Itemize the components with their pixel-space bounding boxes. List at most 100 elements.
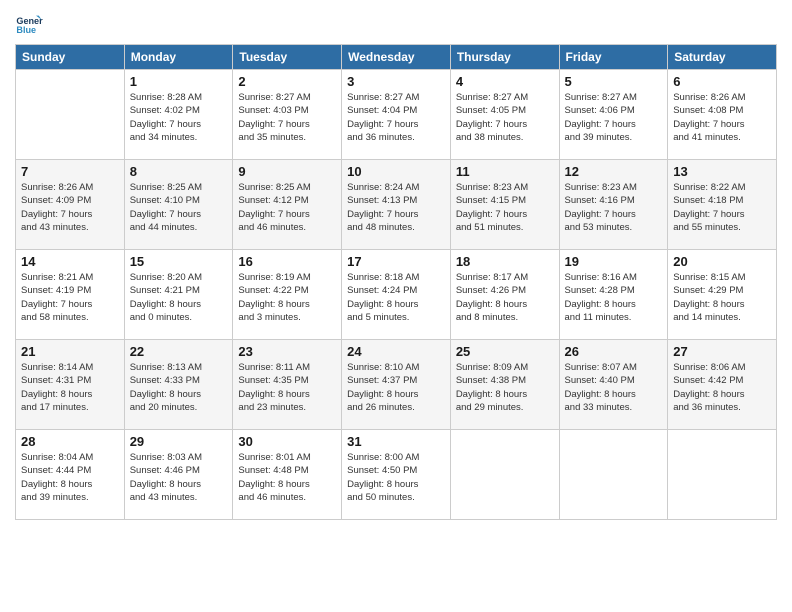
cell-day-number: 3 — [347, 74, 445, 89]
calendar-cell — [450, 430, 559, 520]
calendar-cell: 25 Sunrise: 8:09 AM Sunset: 4:38 PM Dayli… — [450, 340, 559, 430]
cell-day-number: 22 — [130, 344, 228, 359]
logo: General Blue — [15, 10, 47, 38]
cell-info: Sunrise: 8:09 AM Sunset: 4:38 PM Dayligh… — [456, 361, 554, 414]
cell-info: Sunrise: 8:19 AM Sunset: 4:22 PM Dayligh… — [238, 271, 336, 324]
week-row-2: 7 Sunrise: 8:26 AM Sunset: 4:09 PM Daylig… — [16, 160, 777, 250]
cell-day-number: 31 — [347, 434, 445, 449]
cell-day-number: 23 — [238, 344, 336, 359]
cell-day-number: 5 — [565, 74, 663, 89]
cell-info: Sunrise: 8:13 AM Sunset: 4:33 PM Dayligh… — [130, 361, 228, 414]
week-row-5: 28Sunrise: 8:04 AM Sunset: 4:44 PM Dayli… — [16, 430, 777, 520]
calendar-cell: 28Sunrise: 8:04 AM Sunset: 4:44 PM Dayli… — [16, 430, 125, 520]
calendar-cell: 5 Sunrise: 8:27 AM Sunset: 4:06 PM Daylig… — [559, 70, 668, 160]
calendar-cell: 22 Sunrise: 8:13 AM Sunset: 4:33 PM Dayli… — [124, 340, 233, 430]
cell-info: Sunrise: 8:24 AM Sunset: 4:13 PM Dayligh… — [347, 181, 445, 234]
cell-info: Sunrise: 8:20 AM Sunset: 4:21 PM Dayligh… — [130, 271, 228, 324]
cell-day-number: 11 — [456, 164, 554, 179]
calendar-cell: 13 Sunrise: 8:22 AM Sunset: 4:18 PM Dayli… — [668, 160, 777, 250]
cell-day-number: 13 — [673, 164, 771, 179]
calendar-cell: 21 Sunrise: 8:14 AM Sunset: 4:31 PM Dayli… — [16, 340, 125, 430]
cell-day-number: 17 — [347, 254, 445, 269]
cell-day-number: 7 — [21, 164, 119, 179]
cell-info: Sunrise: 8:22 AM Sunset: 4:18 PM Dayligh… — [673, 181, 771, 234]
cell-day-number: 19 — [565, 254, 663, 269]
calendar-cell: 17 Sunrise: 8:18 AM Sunset: 4:24 PM Dayli… — [342, 250, 451, 340]
cell-day-number: 14 — [21, 254, 119, 269]
cell-info: Sunrise: 8:15 AM Sunset: 4:29 PM Dayligh… — [673, 271, 771, 324]
cell-info: Sunrise: 8:14 AM Sunset: 4:31 PM Dayligh… — [21, 361, 119, 414]
cell-day-number: 15 — [130, 254, 228, 269]
cell-info: Sunrise: 8:16 AM Sunset: 4:28 PM Dayligh… — [565, 271, 663, 324]
cell-info: Sunrise: 8:26 AM Sunset: 4:08 PM Dayligh… — [673, 91, 771, 144]
cell-day-number: 21 — [21, 344, 119, 359]
cell-info: Sunrise: 8:27 AM Sunset: 4:05 PM Dayligh… — [456, 91, 554, 144]
calendar-cell — [668, 430, 777, 520]
cell-info: Sunrise: 8:26 AM Sunset: 4:09 PM Dayligh… — [21, 181, 119, 234]
cell-day-number: 24 — [347, 344, 445, 359]
calendar-cell: 27Sunrise: 8:06 AM Sunset: 4:42 PM Dayli… — [668, 340, 777, 430]
calendar-cell: 3 Sunrise: 8:27 AM Sunset: 4:04 PM Daylig… — [342, 70, 451, 160]
calendar-table: SundayMondayTuesdayWednesdayThursdayFrid… — [15, 44, 777, 520]
calendar-cell: 14Sunrise: 8:21 AM Sunset: 4:19 PM Dayli… — [16, 250, 125, 340]
calendar-cell: 1 Sunrise: 8:28 AM Sunset: 4:02 PM Daylig… — [124, 70, 233, 160]
calendar-cell: 29 Sunrise: 8:03 AM Sunset: 4:46 PM Dayli… — [124, 430, 233, 520]
cell-day-number: 20 — [673, 254, 771, 269]
cell-info: Sunrise: 8:11 AM Sunset: 4:35 PM Dayligh… — [238, 361, 336, 414]
cell-info: Sunrise: 8:25 AM Sunset: 4:10 PM Dayligh… — [130, 181, 228, 234]
cell-day-number: 1 — [130, 74, 228, 89]
cell-info: Sunrise: 8:01 AM Sunset: 4:48 PM Dayligh… — [238, 451, 336, 504]
page-header: General Blue — [15, 10, 777, 38]
cell-day-number: 4 — [456, 74, 554, 89]
cell-day-number: 12 — [565, 164, 663, 179]
cell-day-number: 30 — [238, 434, 336, 449]
svg-text:Blue: Blue — [16, 25, 36, 35]
cell-day-number: 27 — [673, 344, 771, 359]
cell-info: Sunrise: 8:10 AM Sunset: 4:37 PM Dayligh… — [347, 361, 445, 414]
cell-day-number: 28 — [21, 434, 119, 449]
cell-day-number: 29 — [130, 434, 228, 449]
logo-icon: General Blue — [15, 10, 43, 38]
cell-info: Sunrise: 8:23 AM Sunset: 4:15 PM Dayligh… — [456, 181, 554, 234]
cell-day-number: 26 — [565, 344, 663, 359]
calendar-cell: 11 Sunrise: 8:23 AM Sunset: 4:15 PM Dayli… — [450, 160, 559, 250]
cell-info: Sunrise: 8:25 AM Sunset: 4:12 PM Dayligh… — [238, 181, 336, 234]
week-row-4: 21 Sunrise: 8:14 AM Sunset: 4:31 PM Dayli… — [16, 340, 777, 430]
calendar-cell: 2 Sunrise: 8:27 AM Sunset: 4:03 PM Daylig… — [233, 70, 342, 160]
calendar-cell: 15 Sunrise: 8:20 AM Sunset: 4:21 PM Dayli… — [124, 250, 233, 340]
cell-day-number: 6 — [673, 74, 771, 89]
col-header-saturday: Saturday — [668, 45, 777, 70]
calendar-cell — [16, 70, 125, 160]
week-row-1: 1 Sunrise: 8:28 AM Sunset: 4:02 PM Daylig… — [16, 70, 777, 160]
cell-info: Sunrise: 8:00 AM Sunset: 4:50 PM Dayligh… — [347, 451, 445, 504]
cell-day-number: 25 — [456, 344, 554, 359]
calendar-cell: 16Sunrise: 8:19 AM Sunset: 4:22 PM Dayli… — [233, 250, 342, 340]
calendar-cell: 30 Sunrise: 8:01 AM Sunset: 4:48 PM Dayli… — [233, 430, 342, 520]
calendar-cell: 10 Sunrise: 8:24 AM Sunset: 4:13 PM Dayli… — [342, 160, 451, 250]
cell-info: Sunrise: 8:27 AM Sunset: 4:06 PM Dayligh… — [565, 91, 663, 144]
col-header-tuesday: Tuesday — [233, 45, 342, 70]
calendar-cell: 12 Sunrise: 8:23 AM Sunset: 4:16 PM Dayli… — [559, 160, 668, 250]
cell-info: Sunrise: 8:27 AM Sunset: 4:04 PM Dayligh… — [347, 91, 445, 144]
cell-info: Sunrise: 8:27 AM Sunset: 4:03 PM Dayligh… — [238, 91, 336, 144]
cell-day-number: 10 — [347, 164, 445, 179]
calendar-cell: 31 Sunrise: 8:00 AM Sunset: 4:50 PM Dayli… — [342, 430, 451, 520]
cell-info: Sunrise: 8:28 AM Sunset: 4:02 PM Dayligh… — [130, 91, 228, 144]
cell-info: Sunrise: 8:07 AM Sunset: 4:40 PM Dayligh… — [565, 361, 663, 414]
cell-day-number: 8 — [130, 164, 228, 179]
col-header-monday: Monday — [124, 45, 233, 70]
calendar-cell: 4 Sunrise: 8:27 AM Sunset: 4:05 PM Daylig… — [450, 70, 559, 160]
calendar-cell: 19 Sunrise: 8:16 AM Sunset: 4:28 PM Dayli… — [559, 250, 668, 340]
calendar-cell: 23 Sunrise: 8:11 AM Sunset: 4:35 PM Dayli… — [233, 340, 342, 430]
cell-info: Sunrise: 8:03 AM Sunset: 4:46 PM Dayligh… — [130, 451, 228, 504]
calendar-cell: 7 Sunrise: 8:26 AM Sunset: 4:09 PM Daylig… — [16, 160, 125, 250]
cell-info: Sunrise: 8:18 AM Sunset: 4:24 PM Dayligh… — [347, 271, 445, 324]
cell-day-number: 2 — [238, 74, 336, 89]
cell-day-number: 9 — [238, 164, 336, 179]
cell-info: Sunrise: 8:23 AM Sunset: 4:16 PM Dayligh… — [565, 181, 663, 234]
cell-day-number: 18 — [456, 254, 554, 269]
calendar-cell: 9 Sunrise: 8:25 AM Sunset: 4:12 PM Daylig… — [233, 160, 342, 250]
col-header-sunday: Sunday — [16, 45, 125, 70]
calendar-cell: 8 Sunrise: 8:25 AM Sunset: 4:10 PM Daylig… — [124, 160, 233, 250]
calendar-cell: 24 Sunrise: 8:10 AM Sunset: 4:37 PM Dayli… — [342, 340, 451, 430]
